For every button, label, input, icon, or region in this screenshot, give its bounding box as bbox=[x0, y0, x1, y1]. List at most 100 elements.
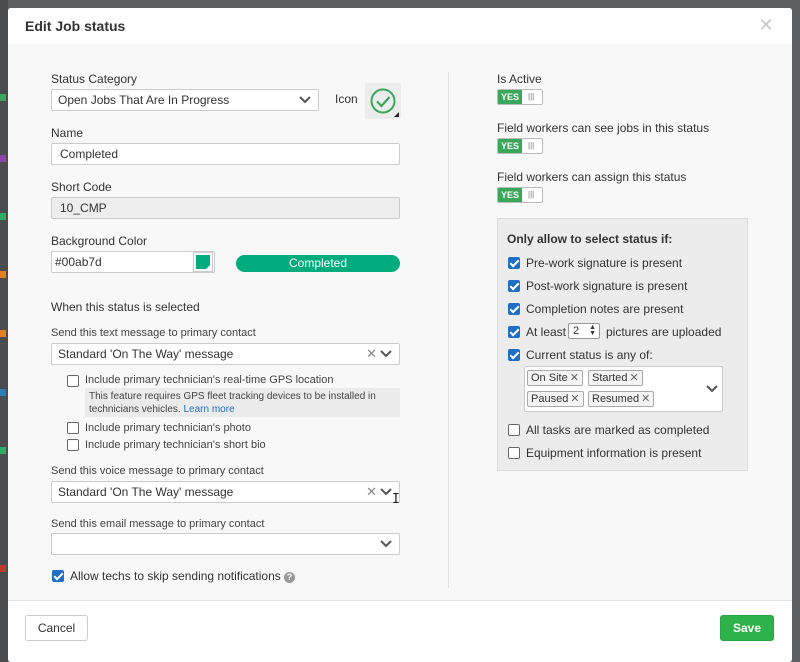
save-button[interactable]: Save bbox=[720, 615, 774, 641]
pictures-count-value: 2 bbox=[573, 325, 580, 337]
edit-job-status-modal: Edit Job status ✕ Status Category Open J… bbox=[8, 8, 792, 662]
remove-tag-icon[interactable]: ✕ bbox=[629, 372, 638, 384]
equipment-info-label: Equipment information is present bbox=[526, 446, 702, 460]
learn-more-link[interactable]: Learn more bbox=[184, 404, 235, 415]
short-code-label: Short Code bbox=[51, 180, 112, 194]
cancel-button[interactable]: Cancel bbox=[25, 615, 88, 641]
backdrop-marker bbox=[0, 271, 6, 278]
post-signature-checkbox[interactable] bbox=[508, 280, 520, 292]
backdrop-marker bbox=[0, 565, 6, 572]
status-tag-label: Started bbox=[592, 372, 628, 384]
text-message-select[interactable]: Standard 'On The Way' message ✕ bbox=[51, 343, 400, 365]
bio-option-label: Include primary technician's short bio bbox=[85, 439, 266, 451]
backdrop-marker bbox=[0, 447, 6, 454]
pictures-suffix: pictures are uploaded bbox=[606, 325, 722, 339]
toggle-on-label: YES bbox=[498, 188, 522, 202]
text-message-value: Standard 'On The Way' message bbox=[58, 347, 234, 361]
grip-icon: ||| bbox=[528, 92, 535, 101]
is-active-label: Is Active bbox=[497, 72, 542, 86]
pre-signature-label: Pre-work signature is present bbox=[526, 256, 683, 270]
completion-notes-label: Completion notes are present bbox=[526, 302, 684, 316]
workers-see-label: Field workers can see jobs in this statu… bbox=[497, 121, 710, 135]
remove-tag-icon[interactable]: ✕ bbox=[641, 393, 650, 405]
color-swatch bbox=[196, 255, 210, 269]
pictures-checkbox[interactable] bbox=[508, 326, 520, 338]
chevron-down-icon bbox=[380, 488, 392, 496]
status-tag: On Site ✕ bbox=[527, 370, 583, 386]
modal-body: Status Category Open Jobs That Are In Pr… bbox=[8, 44, 792, 600]
modal-header: Edit Job status ✕ bbox=[8, 8, 792, 44]
backdrop-marker bbox=[0, 94, 6, 101]
completion-notes-checkbox[interactable] bbox=[508, 303, 520, 315]
icon-picker[interactable] bbox=[365, 83, 401, 119]
status-tag: Started ✕ bbox=[588, 370, 643, 386]
status-tag: Paused ✕ bbox=[527, 391, 584, 407]
column-divider bbox=[448, 72, 449, 588]
backdrop-marker bbox=[0, 330, 6, 337]
pictures-count-stepper[interactable]: 2 ▲ ▼ bbox=[568, 323, 600, 339]
chevron-down-icon bbox=[380, 350, 392, 358]
photo-option-label: Include primary technician's photo bbox=[85, 422, 251, 434]
status-tag-label: On Site bbox=[531, 372, 568, 384]
when-selected-heading: When this status is selected bbox=[51, 300, 200, 314]
workers-assign-toggle[interactable]: YES ||| bbox=[497, 187, 543, 203]
chevron-down-icon bbox=[706, 385, 718, 393]
status-category-label: Status Category bbox=[51, 72, 138, 86]
background-color-input[interactable] bbox=[51, 251, 215, 273]
skip-notifications-checkbox[interactable] bbox=[52, 570, 64, 582]
icon-label: Icon bbox=[335, 92, 358, 106]
remove-tag-icon[interactable]: ✕ bbox=[570, 372, 579, 384]
backdrop-marker bbox=[0, 155, 6, 162]
background-color-label: Background Color bbox=[51, 234, 148, 248]
grip-icon: ||| bbox=[528, 141, 535, 150]
picker-corner-icon bbox=[394, 112, 399, 117]
status-tag-label: Resumed bbox=[592, 393, 640, 405]
post-signature-label: Post-work signature is present bbox=[526, 279, 688, 293]
status-category-value: Open Jobs That Are In Progress bbox=[58, 93, 230, 107]
gps-checkbox[interactable] bbox=[67, 375, 79, 387]
swatch-corner-icon bbox=[206, 265, 210, 269]
toggle-on-label: YES bbox=[498, 90, 522, 104]
gps-option-label: Include primary technician's real-time G… bbox=[85, 374, 334, 386]
conditions-panel: Only allow to select status if: Pre-work… bbox=[497, 218, 748, 471]
photo-checkbox[interactable] bbox=[67, 422, 79, 434]
close-icon[interactable]: ✕ bbox=[758, 16, 774, 34]
chevron-down-icon bbox=[380, 540, 392, 548]
stepper-arrows-icon[interactable]: ▲ ▼ bbox=[589, 324, 596, 337]
modal-title: Edit Job status bbox=[25, 18, 126, 34]
conditions-title: Only allow to select status if: bbox=[507, 232, 673, 246]
clear-icon[interactable]: ✕ bbox=[366, 344, 377, 364]
bio-checkbox[interactable] bbox=[67, 439, 79, 451]
status-category-select[interactable]: Open Jobs That Are In Progress bbox=[51, 89, 319, 111]
toggle-on-label: YES bbox=[498, 139, 522, 153]
voice-message-select[interactable]: Standard 'On The Way' message ✕ bbox=[51, 481, 400, 503]
skip-notifications-label: Allow techs to skip sending notification… bbox=[70, 569, 281, 583]
email-message-select[interactable] bbox=[51, 533, 400, 555]
equipment-info-checkbox[interactable] bbox=[508, 447, 520, 459]
remove-tag-icon[interactable]: ✕ bbox=[570, 393, 579, 405]
text-message-label: Send this text message to primary contac… bbox=[51, 327, 256, 339]
pictures-prefix: At least bbox=[526, 325, 567, 339]
text-cursor-icon: I bbox=[392, 492, 400, 507]
short-code-input[interactable] bbox=[51, 197, 400, 219]
backdrop-marker bbox=[0, 213, 6, 220]
current-status-label: Current status is any of: bbox=[526, 348, 653, 362]
backdrop-marker bbox=[0, 389, 6, 396]
voice-message-value: Standard 'On The Way' message bbox=[58, 485, 234, 499]
clear-icon[interactable]: ✕ bbox=[366, 482, 377, 502]
color-swatch-button[interactable] bbox=[193, 252, 213, 272]
checkmark-circle-icon bbox=[370, 88, 396, 114]
help-icon[interactable]: ? bbox=[284, 572, 295, 583]
status-tags-select[interactable]: On Site ✕ Started ✕ Paused ✕ Resumed ✕ bbox=[524, 366, 723, 412]
chevron-down-icon bbox=[299, 96, 311, 104]
tasks-completed-checkbox[interactable] bbox=[508, 424, 520, 436]
is-active-toggle[interactable]: YES ||| bbox=[497, 89, 543, 105]
status-tag-label: Paused bbox=[531, 393, 569, 405]
name-input[interactable] bbox=[51, 143, 400, 165]
current-status-checkbox[interactable] bbox=[508, 349, 520, 361]
email-message-label: Send this email message to primary conta… bbox=[51, 518, 265, 530]
workers-see-toggle[interactable]: YES ||| bbox=[497, 138, 543, 154]
tasks-completed-label: All tasks are marked as completed bbox=[526, 423, 710, 437]
workers-assign-label: Field workers can assign this status bbox=[497, 170, 687, 184]
pre-signature-checkbox[interactable] bbox=[508, 257, 520, 269]
